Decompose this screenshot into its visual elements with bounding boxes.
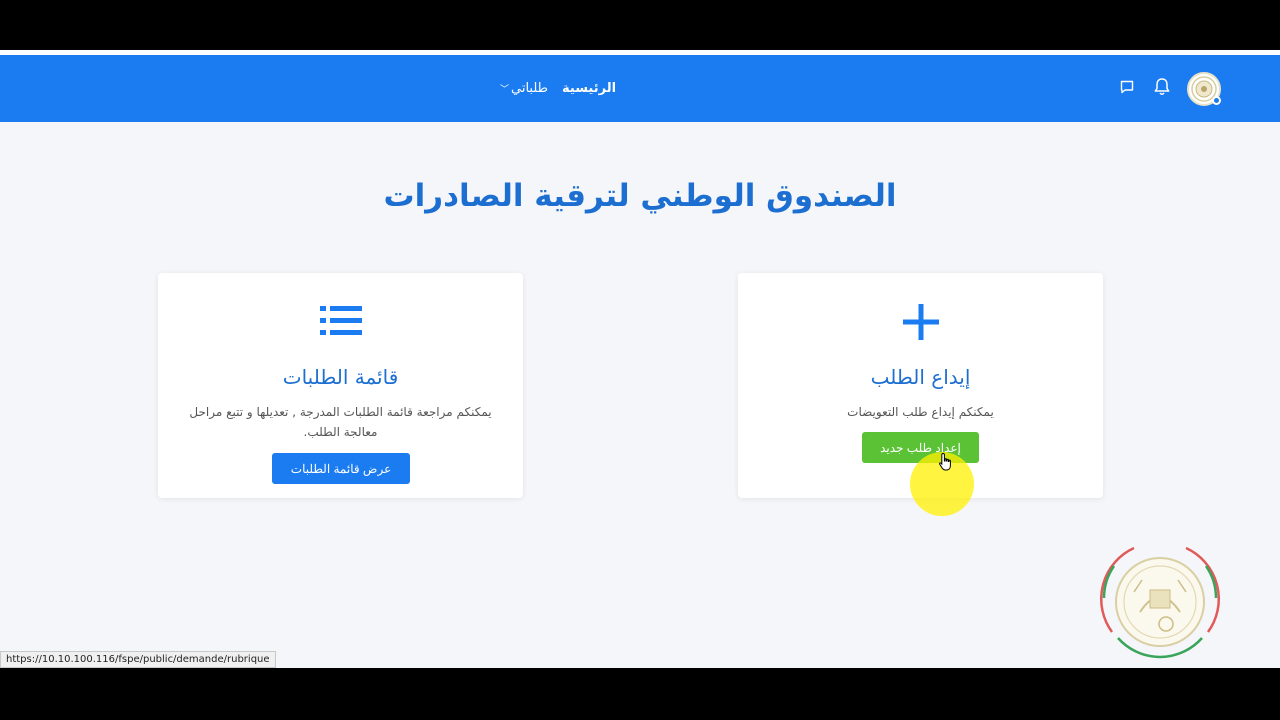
status-bar-url: https://10.10.100.116/fspe/public/demand… xyxy=(0,651,276,668)
video-letterbox-bottom xyxy=(0,668,1280,720)
requests-list-description: يمكنكم مراجعة قائمة الطلبات المدرجة , تع… xyxy=(189,405,492,439)
nav-my-requests-dropdown[interactable]: طلباتي﹀ xyxy=(500,81,548,96)
page: الرئيسية طلباتي﹀ الصندوق الوطني لترقية ا… xyxy=(0,50,1280,668)
new-request-button[interactable]: إعداد طلب جديد xyxy=(862,432,979,463)
list-icon xyxy=(158,303,523,343)
view-requests-list-button[interactable]: عرض قائمة الطلبات xyxy=(272,453,410,484)
requests-list-card: قائمة الطلبات يمكنكم مراجعة قائمة الطلبا… xyxy=(158,273,523,498)
video-letterbox-top xyxy=(0,0,1280,50)
bell-icon[interactable] xyxy=(1153,77,1171,101)
deposit-request-card: إيداع الطلب يمكنكم إيداع طلب التعويضات إ… xyxy=(738,273,1103,498)
nav-links: الرئيسية طلباتي﹀ xyxy=(500,55,616,122)
nav-my-requests-label: طلباتي xyxy=(511,81,549,96)
online-status-dot xyxy=(1212,96,1221,105)
navbar: الرئيسية طلباتي﹀ xyxy=(0,55,1280,122)
ministry-seal-logo xyxy=(1099,546,1221,659)
deposit-request-title: إيداع الطلب xyxy=(870,365,971,389)
chevron-down-icon: ﹀ xyxy=(500,85,510,95)
plus-icon xyxy=(738,303,1103,343)
chat-icon[interactable] xyxy=(1119,79,1135,99)
requests-list-title: قائمة الطلبات xyxy=(282,365,399,389)
nav-home-link[interactable]: الرئيسية xyxy=(562,81,616,96)
deposit-request-description: يمكنكم إيداع طلب التعويضات xyxy=(847,405,994,419)
user-avatar[interactable] xyxy=(1187,72,1221,106)
page-title: الصندوق الوطني لترقية الصادرات xyxy=(383,178,897,214)
